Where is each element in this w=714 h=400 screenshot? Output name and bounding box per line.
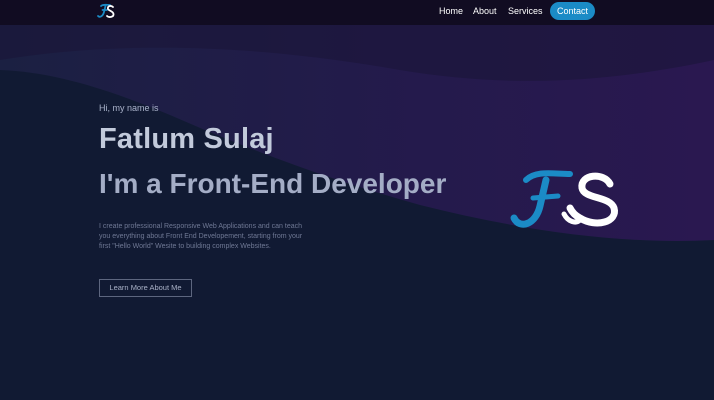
hero-name: Fatlum Sulaj <box>99 123 274 155</box>
nav-link-about[interactable]: About <box>473 6 497 16</box>
hero-greeting: Hi, my name is <box>99 103 159 113</box>
nav-link-home[interactable]: Home <box>439 6 463 16</box>
nav-link-services[interactable]: Services <box>508 6 543 16</box>
navbar: Home About Services Contact <box>0 0 714 25</box>
contact-button[interactable]: Contact <box>550 2 595 20</box>
logo-fs-icon[interactable] <box>96 3 116 19</box>
hero-role: I'm a Front-End Developer <box>99 168 447 199</box>
logo-fs-large-icon <box>510 170 618 228</box>
learn-more-button[interactable]: Learn More About Me <box>99 279 192 297</box>
hero-description: I create professional Responsive Web App… <box>99 223 303 250</box>
